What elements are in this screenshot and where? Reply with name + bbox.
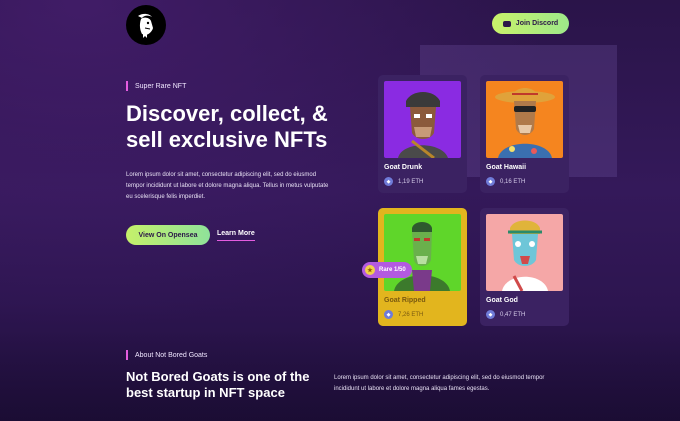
goat-logo-icon[interactable] (126, 5, 166, 45)
nft-card-goat-hawaii[interactable]: Goat Hawaii ◆ 0,16 ETH (480, 75, 569, 193)
card-price: 0,47 ETH (500, 311, 526, 318)
card-price-row: ◆ 7,26 ETH (384, 310, 461, 319)
hero-tag-label: Super Rare NFT (135, 82, 187, 90)
eth-icon: ◆ (384, 177, 393, 186)
join-discord-button[interactable]: Join Discord (492, 13, 569, 34)
view-on-opensea-button[interactable]: View On Opensea (126, 225, 210, 245)
card-price: 0,16 ETH (500, 178, 526, 185)
learn-more-link[interactable]: Learn More (217, 230, 255, 241)
join-discord-label: Join Discord (515, 20, 559, 27)
eth-icon: ◆ (486, 310, 495, 319)
card-name: Goat God (486, 297, 518, 304)
tag-bar (126, 81, 128, 91)
card-name: Goat Ripped (384, 297, 426, 304)
nft-card-goat-drunk[interactable]: Goat Drunk ◆ 1,19 ETH (378, 75, 467, 193)
goat-drunk-image (384, 81, 461, 158)
about-title: Not Bored Goats is one of the best start… (126, 369, 310, 400)
about-tag: About Not Bored Goats (126, 350, 207, 360)
hero-text: Lorem ipsum dolor sit amet, consectetur … (126, 172, 329, 200)
goat-ripped-image (384, 214, 461, 291)
hero-tag: Super Rare NFT (126, 81, 186, 91)
star-icon: ★ (365, 265, 375, 275)
opensea-button-label: View On Opensea (138, 231, 198, 239)
card-name: Goat Hawaii (486, 164, 527, 171)
card-name: Goat Drunk (384, 164, 423, 171)
card-price-row: ◆ 0,16 ETH (486, 177, 563, 186)
rare-badge: ★ Rare 1/50 (362, 262, 412, 278)
card-price: 7,26 ETH (398, 311, 424, 318)
discord-icon (502, 20, 511, 27)
goat-god-image (486, 214, 563, 291)
hero-title: Discover, collect, & sell exclusive NFTs (126, 101, 328, 152)
eth-icon: ◆ (384, 310, 393, 319)
card-price-row: ◆ 0,47 ETH (486, 310, 563, 319)
card-price-row: ◆ 1,19 ETH (384, 177, 461, 186)
nft-card-goat-god[interactable]: Goat God ◆ 0,47 ETH (480, 208, 569, 326)
tag-bar (126, 350, 128, 360)
about-tag-label: About Not Bored Goats (135, 351, 208, 359)
card-price: 1,19 ETH (398, 178, 424, 185)
goat-hawaii-image (486, 81, 563, 158)
eth-icon: ◆ (486, 177, 495, 186)
about-text: Lorem ipsum dolor sit amet, consectetur … (334, 375, 545, 392)
rare-badge-label: Rare 1/50 (379, 267, 406, 273)
